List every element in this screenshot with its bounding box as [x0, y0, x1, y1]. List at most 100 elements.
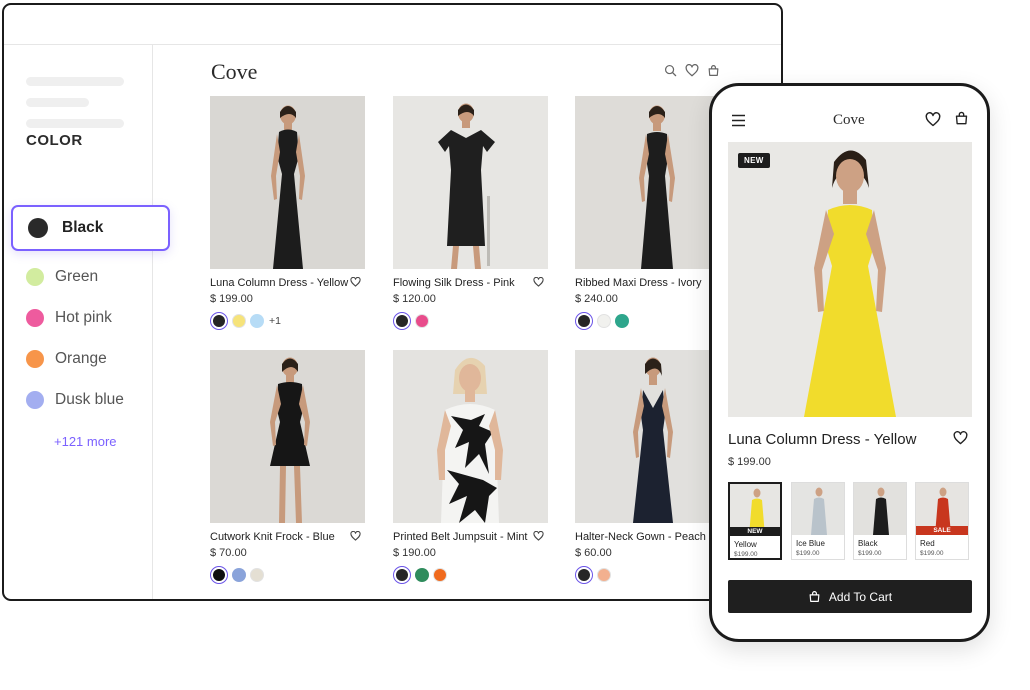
model-figure [271, 105, 305, 269]
product-card[interactable]: Ribbed Maxi Dress - Ivory $ 240.00 [575, 96, 731, 330]
model-figure [438, 103, 495, 269]
product-name[interactable]: Flowing Silk Dress - Pink [393, 277, 515, 289]
mobile-device: Cove NEW Luna Column Dress - Yellow $ 19… [709, 83, 990, 642]
product-price: $ 199.00 [728, 456, 771, 468]
color-dot [28, 218, 48, 238]
color-option-dusk-blue[interactable]: Dusk blue [26, 389, 124, 411]
product-card[interactable]: Printed Belt Jumpsuit - Mint $ 190.00 [393, 350, 549, 584]
bag-icon[interactable] [707, 64, 720, 77]
product-listing: Cove Luna Column Dress - Yellow $ 199.00 [154, 45, 781, 599]
wishlist-heart-icon[interactable] [350, 277, 361, 287]
variant-tag: SALE [916, 526, 968, 535]
variant-price: $199.00 [796, 550, 820, 557]
color-dot [26, 309, 44, 327]
wishlist-heart-icon[interactable] [953, 431, 968, 445]
product-price: $ 240.00 [575, 293, 618, 305]
color-swatch[interactable] [232, 568, 246, 582]
brand-logo[interactable]: Cove [833, 112, 865, 129]
color-swatch-selected[interactable] [393, 566, 411, 584]
color-swatch[interactable] [415, 314, 429, 328]
model-figure [270, 357, 310, 523]
variant-name: Black [858, 539, 878, 548]
product-price: $ 120.00 [393, 293, 436, 305]
product-title: Luna Column Dress - Yellow [728, 431, 917, 448]
more-colors-link[interactable]: +121 more [54, 434, 117, 449]
product-image[interactable] [210, 96, 365, 269]
heart-icon[interactable] [925, 112, 941, 127]
product-image[interactable] [575, 350, 730, 523]
product-name[interactable]: Ribbed Maxi Dress - Ivory [575, 277, 702, 289]
color-swatch[interactable] [232, 314, 246, 328]
product-image[interactable] [393, 350, 548, 523]
skeleton-line [26, 77, 124, 86]
product-image[interactable] [210, 350, 365, 523]
variant-name: Yellow [734, 540, 757, 549]
product-name[interactable]: Halter-Neck Gown - Peach [575, 531, 706, 543]
color-swatches [575, 312, 629, 330]
color-swatch-selected[interactable] [210, 312, 228, 330]
color-swatches [393, 312, 429, 330]
color-dot [26, 268, 44, 286]
product-price: $ 70.00 [210, 547, 247, 559]
color-swatch[interactable] [415, 568, 429, 582]
variant-price: $199.00 [858, 550, 882, 557]
variant-yellow[interactable]: NEW Yellow $199.00 [728, 482, 782, 560]
heart-icon[interactable] [685, 64, 699, 77]
wishlist-heart-icon[interactable] [533, 531, 544, 541]
color-option-green[interactable]: Green [26, 266, 98, 288]
product-hero-image[interactable]: NEW [728, 142, 972, 417]
variant-red[interactable]: SALE Red $199.00 [915, 482, 969, 560]
color-option-black[interactable]: Black [11, 205, 170, 251]
color-option-label: Black [62, 219, 104, 236]
add-to-cart-button[interactable]: Add To Cart [728, 580, 972, 613]
product-name[interactable]: Luna Column Dress - Yellow [210, 277, 348, 289]
color-swatches [393, 566, 447, 584]
color-swatch[interactable] [615, 314, 629, 328]
color-dot [26, 391, 44, 409]
add-to-cart-label: Add To Cart [828, 589, 893, 604]
color-swatch[interactable] [250, 314, 264, 328]
product-card[interactable]: Halter-Neck Gown - Peach $ 60.00 [575, 350, 731, 584]
product-image[interactable] [575, 96, 730, 269]
search-icon[interactable] [664, 64, 677, 77]
color-swatch[interactable] [433, 568, 447, 582]
variant-image [792, 483, 844, 535]
skeleton-line [26, 98, 89, 107]
product-image[interactable] [393, 96, 548, 269]
color-swatch-selected[interactable] [575, 566, 593, 584]
bag-icon [809, 591, 820, 602]
menu-icon[interactable] [731, 114, 746, 127]
variant-black[interactable]: Black $199.00 [853, 482, 907, 560]
color-swatch[interactable] [597, 314, 611, 328]
product-card[interactable]: Flowing Silk Dress - Pink $ 120.00 [393, 96, 549, 330]
color-swatch[interactable] [250, 568, 264, 582]
color-swatch-selected[interactable] [210, 566, 228, 584]
desktop-window: COLOR Black Green Hot pink Orange Dusk b… [2, 3, 783, 601]
color-option-label: Hot pink [55, 309, 112, 326]
wishlist-heart-icon[interactable] [350, 531, 361, 541]
window-top-bar [4, 5, 781, 45]
more-swatches-count[interactable]: +1 [269, 315, 281, 327]
color-swatch-selected[interactable] [393, 312, 411, 330]
color-swatches: +1 [210, 312, 281, 330]
color-swatches [575, 566, 611, 584]
product-name[interactable]: Printed Belt Jumpsuit - Mint [393, 531, 528, 543]
product-card[interactable]: Luna Column Dress - Yellow $ 199.00 +1 [210, 96, 366, 330]
color-swatch-selected[interactable] [575, 312, 593, 330]
variant-ice-blue[interactable]: Ice Blue $199.00 [791, 482, 845, 560]
product-price: $ 190.00 [393, 547, 436, 559]
variant-price: $199.00 [920, 550, 944, 557]
color-swatch[interactable] [597, 568, 611, 582]
color-option-label: Green [55, 268, 99, 285]
variant-price: $199.00 [734, 551, 758, 558]
product-card[interactable]: Cutwork Knit Frock - Blue $ 70.00 [210, 350, 366, 584]
brand-logo[interactable]: Cove [211, 59, 257, 85]
color-option-hot-pink[interactable]: Hot pink [26, 307, 112, 329]
color-option-orange[interactable]: Orange [26, 348, 107, 370]
model-figure [633, 357, 673, 523]
product-price: $ 60.00 [575, 547, 612, 559]
product-name[interactable]: Cutwork Knit Frock - Blue [210, 531, 335, 543]
bag-icon[interactable] [954, 110, 969, 126]
wishlist-heart-icon[interactable] [533, 277, 544, 287]
color-option-label: Orange [55, 350, 107, 367]
